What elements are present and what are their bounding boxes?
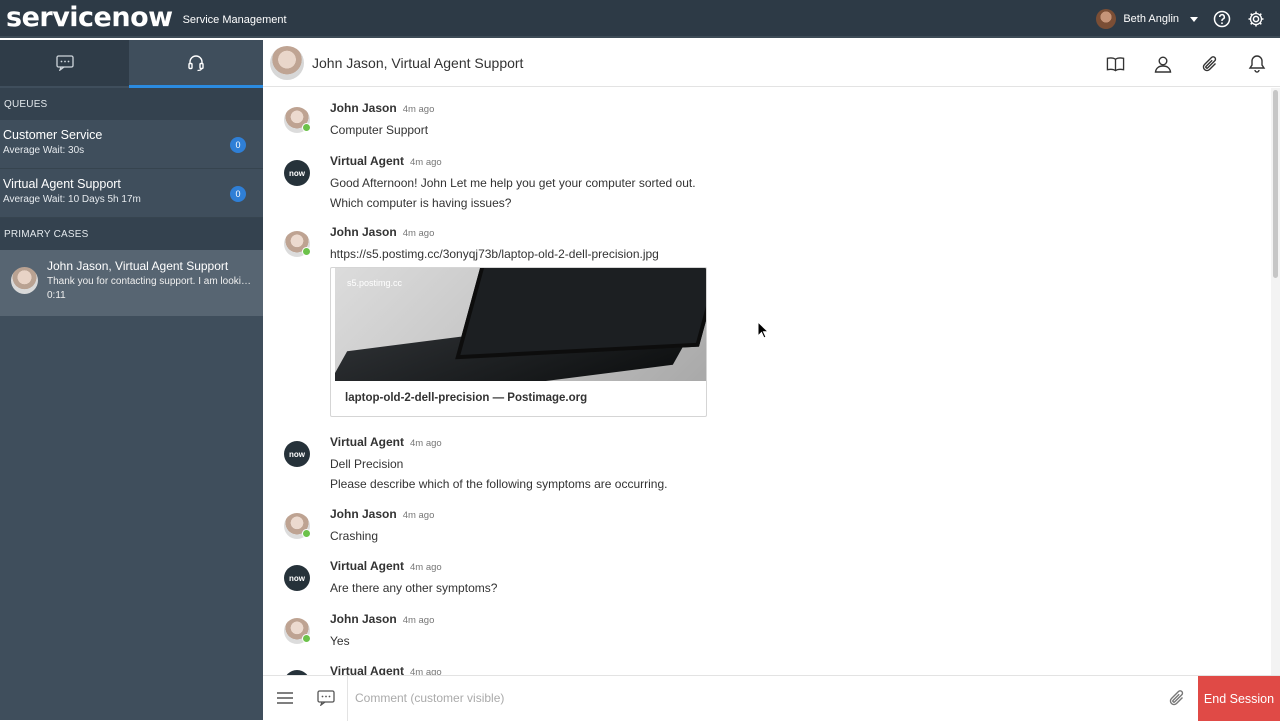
bell-icon[interactable]	[1247, 54, 1266, 73]
composer: End Session	[263, 675, 1280, 721]
divider	[347, 676, 348, 721]
sidebar: QUEUES Customer Service Average Wait: 30…	[0, 40, 263, 720]
product-name: Service Management	[182, 14, 287, 26]
message-sender: Virtual Agent	[330, 559, 405, 573]
message-sender: John Jason	[330, 612, 397, 626]
message-text: Yes	[330, 634, 350, 648]
message-text: Dell Precision	[330, 457, 404, 471]
user-menu[interactable]: Beth Anglin	[1096, 9, 1198, 29]
link-preview-card[interactable]: s5.postimg.cc laptop-old-2-dell-precisio…	[330, 267, 707, 417]
queue-count-badge: 0	[230, 137, 246, 153]
message-link[interactable]: https://s5.postimg.cc/3onyqj73b/laptop-o…	[330, 247, 707, 261]
user-icon[interactable]	[1153, 54, 1172, 73]
queue-name: Virtual Agent Support	[3, 177, 121, 191]
case-title: John Jason, Virtual Agent Support	[47, 259, 229, 273]
gear-icon[interactable]	[1246, 9, 1266, 29]
avatar	[270, 46, 304, 80]
message-list[interactable]: John Jason 4m ago Computer Support now Vi…	[263, 88, 1271, 675]
chat-header: John Jason, Virtual Agent Support	[263, 40, 1280, 87]
knowledge-book-icon[interactable]	[1106, 54, 1125, 73]
case-timer: 0:11	[47, 290, 66, 301]
chat-bubble-icon[interactable]	[316, 689, 336, 707]
message-sender: Virtual Agent	[330, 664, 405, 675]
laptop-screen-shape	[455, 268, 706, 360]
message-text: Crashing	[330, 529, 379, 543]
comment-input[interactable]	[355, 684, 1155, 712]
chat-title: John Jason, Virtual Agent Support	[312, 55, 524, 71]
primary-cases-header: PRIMARY CASES	[0, 218, 263, 250]
link-preview-image: s5.postimg.cc	[335, 268, 706, 381]
now-logo-avatar: now	[284, 441, 310, 467]
paperclip-icon[interactable]	[1200, 54, 1219, 73]
topbar-right: Beth Anglin	[1096, 0, 1266, 38]
message-sender: John Jason	[330, 225, 397, 239]
avatar	[284, 107, 311, 133]
message-sender: John Jason	[330, 101, 397, 115]
scrollbar-thumb[interactable]	[1273, 90, 1278, 278]
chat-header-actions	[1106, 40, 1266, 87]
message-sender: John Jason	[330, 507, 397, 521]
chat-panel: John Jason, Virtual Agent Support John J…	[263, 40, 1280, 721]
case-preview: Thank you for contacting support. I am l…	[47, 276, 252, 287]
queue-wait: Average Wait: 30s	[3, 145, 85, 156]
avatar	[284, 231, 311, 257]
message-timestamp: 4m ago	[410, 438, 442, 449]
message-timestamp: 4m ago	[402, 510, 435, 521]
avatar	[11, 267, 38, 294]
headset-icon	[188, 54, 204, 71]
end-session-button[interactable]: End Session	[1198, 676, 1280, 721]
queue-item-virtual-agent-support[interactable]: Virtual Agent Support Average Wait: 10 D…	[0, 169, 263, 218]
queue-count-badge: 0	[230, 186, 246, 202]
top-navigation-bar: servicenow Service Management Beth Angli…	[0, 0, 1280, 38]
message-timestamp: 4m ago	[402, 228, 435, 239]
user-avatar	[1096, 9, 1117, 29]
help-icon[interactable]	[1212, 9, 1232, 29]
link-preview-title: laptop-old-2-dell-precision — Postimage.…	[345, 392, 588, 404]
message-text: Are there any other symptoms?	[330, 581, 498, 595]
now-logo-avatar: now	[284, 160, 310, 186]
menu-icon[interactable]	[275, 689, 295, 707]
tab-chats[interactable]	[0, 40, 129, 86]
message-timestamp: 4m ago	[402, 615, 435, 626]
servicenow-logo[interactable]: servicenow	[6, 3, 173, 33]
link-preview-domain: s5.postimg.cc	[347, 278, 403, 288]
avatar	[284, 513, 311, 539]
tab-agent-queues[interactable]	[129, 40, 263, 88]
case-item[interactable]: John Jason, Virtual Agent Support Thank …	[0, 250, 263, 316]
user-name: Beth Anglin	[1123, 13, 1179, 25]
queue-wait: Average Wait: 10 Days 5h 17m	[3, 194, 141, 205]
avatar	[284, 618, 311, 644]
chevron-down-icon	[1190, 16, 1198, 22]
queue-name: Customer Service	[3, 128, 103, 142]
message-text: Good Afternoon! John Let me help you get…	[330, 176, 696, 190]
now-logo-avatar: now	[284, 565, 310, 591]
queues-header: QUEUES	[0, 88, 263, 120]
message-timestamp: 4m ago	[410, 157, 442, 168]
message-text: Which computer is having issues?	[330, 196, 512, 210]
chat-icon	[55, 55, 74, 71]
queue-item-customer-service[interactable]: Customer Service Average Wait: 30s 0	[0, 120, 263, 169]
message-timestamp: 4m ago	[410, 562, 442, 573]
message-timestamp: 4m ago	[402, 104, 435, 115]
message-scrollbar[interactable]	[1271, 88, 1280, 675]
paperclip-icon[interactable]	[1167, 689, 1187, 707]
message-timestamp: 4m ago	[410, 667, 442, 675]
message-sender: Virtual Agent	[330, 154, 405, 168]
sidebar-tabs	[0, 40, 263, 88]
message-text: Computer Support	[330, 123, 429, 137]
message-text: Please describe which of the following s…	[330, 477, 668, 491]
message-sender: Virtual Agent	[330, 435, 405, 449]
